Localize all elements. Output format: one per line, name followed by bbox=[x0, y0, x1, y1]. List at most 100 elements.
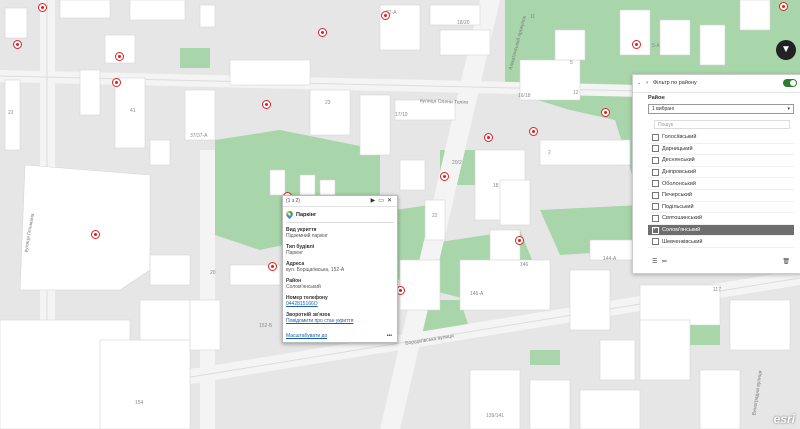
district-option[interactable]: Оболонський bbox=[648, 178, 794, 190]
option-label: Солом'янський bbox=[662, 227, 701, 234]
building-label: 146 bbox=[520, 262, 529, 268]
building-label: 41 bbox=[130, 108, 136, 114]
shelter-marker[interactable] bbox=[484, 133, 493, 142]
district-option[interactable]: Святошинський bbox=[648, 213, 794, 225]
filter-icon: ▼ bbox=[781, 44, 791, 55]
shelter-marker[interactable] bbox=[262, 100, 271, 109]
building-label: 5 bbox=[570, 60, 573, 66]
district-option[interactable]: Дарницький bbox=[648, 144, 794, 156]
district-options-list: Голосіївський Дарницький Деснянський Дні… bbox=[648, 132, 794, 248]
feedback-link[interactable]: Повідомити про стан укриття bbox=[286, 318, 353, 324]
panel-header[interactable]: ⌄ ⏸ Фільтр по району bbox=[633, 75, 800, 93]
shelter-marker[interactable] bbox=[115, 52, 124, 61]
building-label: 11 bbox=[530, 14, 536, 20]
field-value: Паркінг bbox=[286, 250, 304, 256]
checkbox[interactable] bbox=[652, 168, 659, 176]
list-icon[interactable]: ≔ bbox=[661, 258, 667, 265]
checkbox-checked[interactable] bbox=[652, 226, 659, 234]
shelter-marker[interactable] bbox=[632, 40, 641, 49]
district-option-selected[interactable]: Солом'янський bbox=[648, 224, 794, 237]
chevron-down-icon[interactable]: ⌄ bbox=[637, 80, 641, 86]
field-value: Підземний паркінг bbox=[286, 233, 328, 239]
feature-popup: (1 з 2) ▶▭✕ Паркінг Вид укриття Підземни… bbox=[282, 195, 398, 343]
select-all-icon[interactable]: ☰ bbox=[652, 258, 657, 265]
popup-title: Паркінг bbox=[286, 211, 394, 219]
district-select[interactable]: 1 вибрані ▾ bbox=[648, 104, 794, 114]
option-label: Печерський bbox=[662, 192, 692, 199]
option-label: Шевченківський bbox=[662, 238, 703, 245]
shelter-marker[interactable] bbox=[318, 28, 327, 37]
option-label: Оболонський bbox=[662, 180, 696, 187]
panel-title: Фільтр по району bbox=[653, 80, 697, 86]
close-icon[interactable]: ✕ bbox=[387, 198, 395, 204]
filter-button[interactable]: ▼ bbox=[776, 40, 796, 60]
checkbox[interactable] bbox=[652, 238, 659, 246]
shelter-marker[interactable] bbox=[13, 40, 22, 49]
building-label: 16/18 bbox=[518, 93, 531, 99]
checkbox[interactable] bbox=[652, 156, 659, 164]
building-label: 18 bbox=[493, 183, 499, 189]
checkbox[interactable] bbox=[652, 203, 659, 211]
checkbox[interactable] bbox=[652, 191, 659, 199]
field-value: вул. Борщагівська, 152-А bbox=[286, 267, 345, 273]
option-label: Деснянський bbox=[662, 157, 695, 164]
district-option[interactable]: Дніпровський bbox=[648, 167, 794, 179]
chevron-down-icon: ▾ bbox=[787, 106, 790, 112]
building-label: 23 bbox=[325, 100, 331, 106]
district-option[interactable]: Печерський bbox=[648, 190, 794, 202]
trash-icon[interactable]: 🗑 bbox=[782, 258, 790, 265]
shelter-marker[interactable] bbox=[779, 2, 788, 11]
phone-link[interactable]: 0442815166О bbox=[286, 301, 318, 307]
building-label: 152-Б bbox=[259, 323, 273, 329]
option-label: Подільський bbox=[662, 203, 694, 210]
panel-footer: ☰ ≔ 🗑 bbox=[648, 256, 794, 267]
option-label: Голосіївський bbox=[662, 134, 697, 141]
district-search-input[interactable]: Пошук bbox=[654, 120, 790, 129]
checkbox[interactable] bbox=[652, 180, 659, 188]
popup-title-text: Паркінг bbox=[296, 212, 317, 218]
shelter-marker[interactable] bbox=[268, 262, 277, 271]
shelter-marker[interactable] bbox=[440, 172, 449, 181]
district-filter-panel: ⌄ ⏸ Фільтр по району Район 1 вибрані ▾ П… bbox=[632, 74, 800, 274]
shelter-marker[interactable] bbox=[529, 127, 538, 136]
building-label: 22 bbox=[432, 213, 438, 219]
district-option[interactable]: Шевченківський bbox=[648, 236, 794, 248]
filter-toggle[interactable] bbox=[783, 79, 797, 87]
building-label: 117 bbox=[713, 287, 721, 293]
filter-layer-icon: ⏸ bbox=[646, 80, 649, 86]
building-label: 144-А bbox=[603, 256, 617, 262]
more-actions-button[interactable]: ••• bbox=[387, 333, 392, 339]
district-option[interactable]: Подільський bbox=[648, 202, 794, 214]
popup-controls: ▶▭✕ bbox=[371, 197, 395, 204]
dock-icon[interactable]: ▭ bbox=[378, 198, 387, 204]
field-value: Солом'янський bbox=[286, 284, 321, 290]
checkbox[interactable] bbox=[652, 214, 659, 222]
shelter-marker[interactable] bbox=[112, 78, 121, 87]
district-option[interactable]: Деснянський bbox=[648, 155, 794, 167]
building-label: 17/19 bbox=[395, 112, 408, 118]
district-option[interactable]: Голосіївський bbox=[648, 132, 794, 144]
building-label: 18/20 bbox=[457, 20, 470, 26]
building-label: 12 bbox=[573, 90, 579, 96]
building-label: 37/37-А bbox=[190, 133, 208, 139]
zoom-to-link[interactable]: Масштабувати до bbox=[286, 333, 327, 339]
shelter-marker[interactable] bbox=[91, 230, 100, 239]
district-field-label: Район bbox=[648, 95, 665, 101]
shelter-marker[interactable] bbox=[515, 236, 524, 245]
popup-pager: (1 з 2) bbox=[286, 198, 300, 204]
building-label: 20 bbox=[210, 270, 216, 276]
option-label: Святошинський bbox=[662, 215, 703, 222]
option-label: Дніпровський bbox=[662, 169, 697, 176]
building-label: 5-А bbox=[652, 43, 660, 49]
option-label: Дарницький bbox=[662, 145, 693, 152]
checkbox[interactable] bbox=[652, 133, 659, 141]
shelter-marker[interactable] bbox=[381, 11, 390, 20]
building-label: 139/141 bbox=[486, 413, 505, 419]
esri-attribution: esri bbox=[773, 412, 795, 426]
building-label: 154 bbox=[135, 400, 144, 406]
checkbox[interactable] bbox=[652, 145, 659, 153]
shelter-marker[interactable] bbox=[601, 108, 610, 117]
building-label: 22 bbox=[8, 110, 14, 116]
shelter-marker[interactable] bbox=[38, 3, 47, 12]
map-pin-icon bbox=[286, 211, 293, 219]
